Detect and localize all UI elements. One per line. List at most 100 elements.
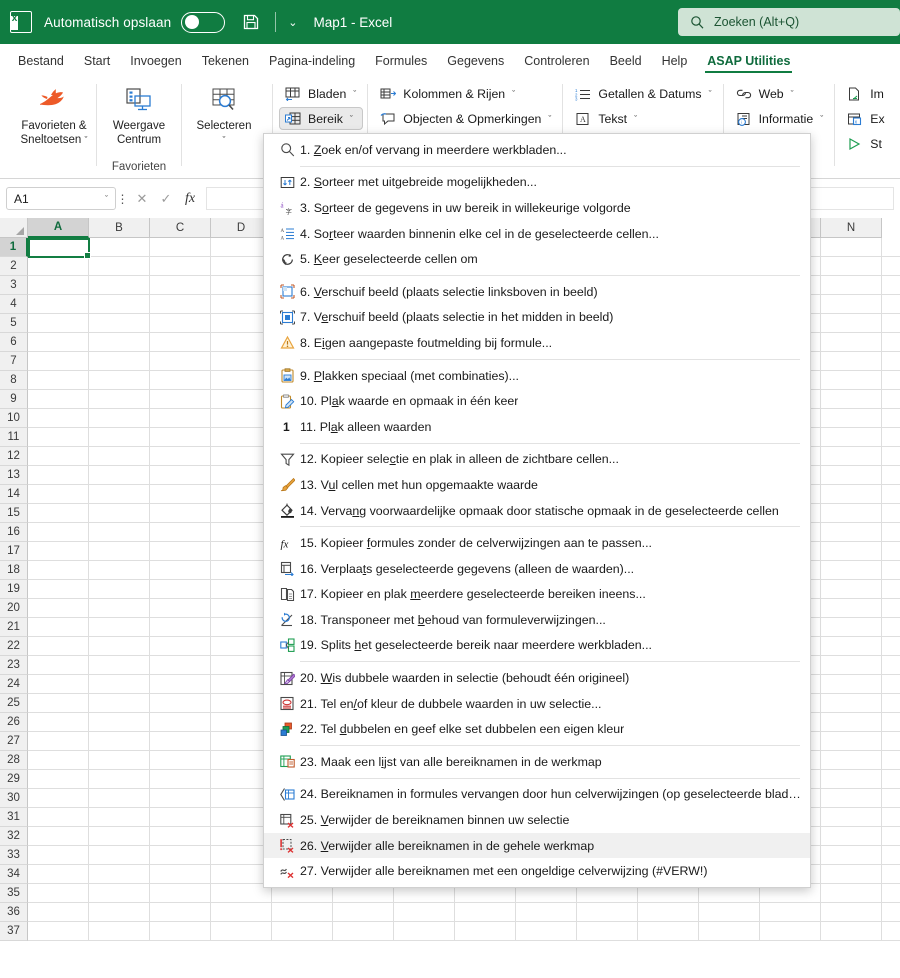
row-header-29[interactable]: 29 xyxy=(0,770,28,789)
row-header-8[interactable]: 8 xyxy=(0,371,28,390)
grid-cell[interactable] xyxy=(882,561,900,580)
grid-cell[interactable] xyxy=(821,371,882,390)
grid-cell[interactable] xyxy=(89,371,150,390)
chevron-down-icon[interactable]: ˇ xyxy=(105,194,108,204)
grid-cell[interactable] xyxy=(28,238,89,257)
grid-cell[interactable] xyxy=(28,656,89,675)
column-header-n[interactable]: N xyxy=(821,218,882,238)
grid-cell[interactable] xyxy=(89,295,150,314)
grid-cell[interactable] xyxy=(882,447,900,466)
grid-cell[interactable] xyxy=(28,599,89,618)
menu-item-26[interactable]: 26. Verwijder alle bereiknamen in de geh… xyxy=(264,832,810,859)
tab-gegevens[interactable]: Gegevens xyxy=(437,52,514,74)
grid-cell[interactable] xyxy=(28,295,89,314)
grid-cell[interactable] xyxy=(821,276,882,295)
grid-cell[interactable] xyxy=(150,789,211,808)
grid-cell[interactable] xyxy=(882,542,900,561)
grid-cell[interactable] xyxy=(28,827,89,846)
grid-cell[interactable] xyxy=(882,770,900,789)
grid-cell[interactable] xyxy=(882,827,900,846)
grid-cell[interactable] xyxy=(150,694,211,713)
importeren-button[interactable]: Im xyxy=(841,82,891,105)
grid-cell[interactable] xyxy=(882,238,900,257)
bladen-button[interactable]: Bladen ˇ xyxy=(279,82,363,105)
grid-cell[interactable] xyxy=(821,808,882,827)
grid-cell[interactable] xyxy=(150,523,211,542)
menu-item-16[interactable]: 16. Verplaats geselecteerde gegevens (al… xyxy=(264,556,810,582)
grid-row[interactable] xyxy=(28,903,900,922)
row-header-9[interactable]: 9 xyxy=(0,390,28,409)
grid-cell[interactable] xyxy=(211,922,272,941)
grid-cell[interactable] xyxy=(89,504,150,523)
grid-cell[interactable] xyxy=(89,732,150,751)
grid-cell[interactable] xyxy=(150,428,211,447)
grid-cell[interactable] xyxy=(882,295,900,314)
row-header-3[interactable]: 3 xyxy=(0,276,28,295)
grid-cell[interactable] xyxy=(150,238,211,257)
grid-cell[interactable] xyxy=(150,751,211,770)
grid-cell[interactable] xyxy=(28,257,89,276)
grid-cell[interactable] xyxy=(821,390,882,409)
row-header-4[interactable]: 4 xyxy=(0,295,28,314)
tab-bestand[interactable]: Bestand xyxy=(8,52,74,74)
row-header-19[interactable]: 19 xyxy=(0,580,28,599)
grid-cell[interactable] xyxy=(28,637,89,656)
grid-cell[interactable] xyxy=(882,485,900,504)
menu-item-19[interactable]: 19. Splits het geselecteerde bereik naar… xyxy=(264,633,810,659)
grid-cell[interactable] xyxy=(882,257,900,276)
menu-item-25[interactable]: 25. Verwijder de bereiknamen binnen uw s… xyxy=(264,807,810,833)
grid-cell[interactable] xyxy=(821,694,882,713)
menu-item-18[interactable]: 18. Transponeer met behoud van formuleve… xyxy=(264,607,810,633)
grid-cell[interactable] xyxy=(882,846,900,865)
name-box[interactable]: A1 ˇ xyxy=(6,187,116,210)
grid-cell[interactable] xyxy=(28,523,89,542)
grid-cell[interactable] xyxy=(150,599,211,618)
grid-cell[interactable] xyxy=(821,314,882,333)
favorieten-sneltoetsen-button[interactable]: Favorieten & Sneltoetsen ˇ xyxy=(12,80,96,147)
grid-cell[interactable] xyxy=(394,903,455,922)
grid-cell[interactable] xyxy=(89,409,150,428)
grid-cell[interactable] xyxy=(150,827,211,846)
grid-cell[interactable] xyxy=(89,846,150,865)
grid-cell[interactable] xyxy=(150,485,211,504)
grid-cell[interactable] xyxy=(150,770,211,789)
grid-cell[interactable] xyxy=(28,884,89,903)
grid-cell[interactable] xyxy=(882,333,900,352)
grid-cell[interactable] xyxy=(821,485,882,504)
grid-cell[interactable] xyxy=(89,827,150,846)
grid-cell[interactable] xyxy=(89,808,150,827)
menu-item-10[interactable]: 10. Plak waarde en opmaak in één keer xyxy=(264,388,810,414)
menu-item-11[interactable]: 1 11. Plak alleen waarden xyxy=(264,414,810,440)
grid-row[interactable] xyxy=(28,922,900,941)
chevron-down-icon[interactable]: ˇ xyxy=(353,89,356,99)
tab-controleren[interactable]: Controleren xyxy=(514,52,599,74)
grid-cell[interactable] xyxy=(882,865,900,884)
chevron-down-icon[interactable]: ˇ xyxy=(512,89,515,99)
grid-cell[interactable] xyxy=(89,466,150,485)
grid-cell[interactable] xyxy=(28,428,89,447)
grid-cell[interactable] xyxy=(577,903,638,922)
column-header-c[interactable]: C xyxy=(150,218,211,238)
grid-cell[interactable] xyxy=(699,922,760,941)
grid-cell[interactable] xyxy=(821,447,882,466)
row-header-37[interactable]: 37 xyxy=(0,922,28,941)
grid-cell[interactable] xyxy=(821,295,882,314)
row-header-30[interactable]: 30 xyxy=(0,789,28,808)
grid-cell[interactable] xyxy=(28,865,89,884)
grid-cell[interactable] xyxy=(89,599,150,618)
menu-item-14[interactable]: 14. Vervang voorwaardelijke opmaak door … xyxy=(264,498,810,524)
grid-cell[interactable] xyxy=(821,827,882,846)
chevron-down-icon[interactable]: ⌄ xyxy=(288,16,297,29)
row-header-11[interactable]: 11 xyxy=(0,428,28,447)
tab-invoegen[interactable]: Invoegen xyxy=(120,52,191,74)
menu-item-1[interactable]: 1. Zoek en/of vervang in meerdere werkbl… xyxy=(264,137,810,163)
row-header-14[interactable]: 14 xyxy=(0,485,28,504)
grid-cell[interactable] xyxy=(821,504,882,523)
grid-cell[interactable] xyxy=(150,314,211,333)
grid-cell[interactable] xyxy=(150,922,211,941)
chevron-down-icon[interactable]: ˇ xyxy=(222,135,225,145)
grid-cell[interactable] xyxy=(821,637,882,656)
grid-cell[interactable] xyxy=(89,447,150,466)
grid-cell[interactable] xyxy=(89,656,150,675)
row-header-20[interactable]: 20 xyxy=(0,599,28,618)
